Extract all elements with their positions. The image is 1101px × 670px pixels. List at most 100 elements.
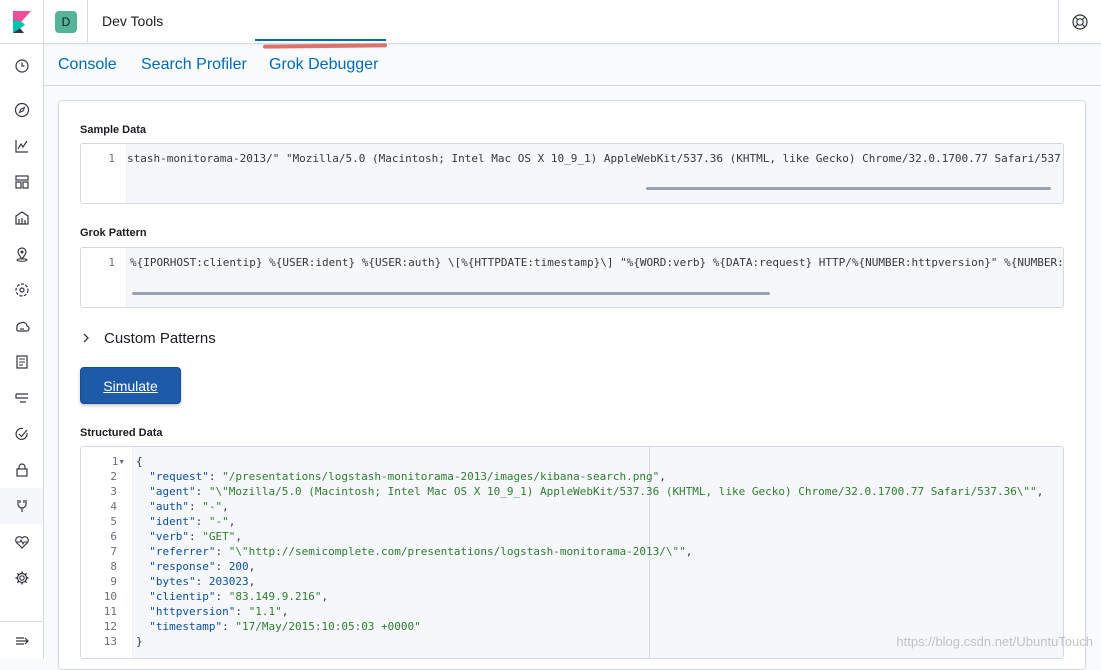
monitoring-icon <box>14 534 30 550</box>
space-avatar[interactable]: D <box>55 11 77 33</box>
horizontal-scrollbar[interactable] <box>646 187 1051 190</box>
nav-maps[interactable] <box>0 236 43 272</box>
line-number: 5 <box>87 515 117 528</box>
gear-icon <box>14 570 30 586</box>
nav-dashboard[interactable] <box>0 164 43 200</box>
nav-infrastructure[interactable] <box>0 308 43 344</box>
json-brace: { <box>136 455 143 468</box>
line-number: 10 <box>87 590 117 603</box>
compass-icon <box>14 102 30 118</box>
dev-tools-icon <box>14 498 30 514</box>
logs-icon <box>14 354 30 370</box>
nav-management[interactable] <box>0 560 43 596</box>
dev-tools-tabs: Console Search Profiler Grok Debugger <box>44 44 1101 86</box>
nav-collapse-button[interactable] <box>0 621 43 659</box>
json-line: "verb": "GET", <box>136 530 242 543</box>
structured-data-label: Structured Data <box>80 427 163 439</box>
json-key: "verb" <box>149 530 189 543</box>
grok-pattern-editor[interactable]: 1 %{IPORHOST:clientip} %{USER:ident} %{U… <box>80 247 1064 308</box>
simulate-button[interactable]: Simulate <box>80 367 181 404</box>
ml-icon <box>14 282 30 298</box>
structured-data-gutter: 1▾2345678910111213 <box>81 447 133 658</box>
json-line: "agent": "\"Mozilla/5.0 (Macintosh; Inte… <box>136 485 1043 498</box>
line-number: 11 <box>87 605 117 618</box>
json-value: "-" <box>209 515 229 528</box>
side-navigation <box>0 44 44 659</box>
custom-patterns-label: Custom Patterns <box>104 330 216 347</box>
line-number: 8 <box>87 560 117 573</box>
line-number: 7 <box>87 545 117 558</box>
nav-canvas[interactable] <box>0 200 43 236</box>
nav-machine-learning[interactable] <box>0 272 43 308</box>
kibana-logo-icon <box>13 11 31 33</box>
sample-data-editor[interactable]: 1 stash-monitorama-2013/" "Mozilla/5.0 (… <box>80 143 1064 204</box>
json-brace: } <box>136 635 143 648</box>
json-key: "timestamp" <box>149 620 222 633</box>
line-number: 2 <box>87 470 117 483</box>
apm-icon <box>14 390 30 406</box>
grok-pattern-gutter: 1 <box>81 248 127 307</box>
json-value: "1.1" <box>249 605 282 618</box>
json-key: "httpversion" <box>149 605 235 618</box>
structured-data-code-area[interactable]: { "request": "/presentations/logstash-mo… <box>133 447 1063 658</box>
nav-monitoring[interactable] <box>0 524 43 560</box>
line-number: 12 <box>87 620 117 633</box>
kibana-logo[interactable] <box>0 0 44 44</box>
watermark-text: https://blog.csdn.net/UbuntuTouch <box>896 634 1093 649</box>
nav-apm[interactable] <box>0 380 43 416</box>
json-value: 203023 <box>209 575 249 588</box>
header-divider <box>87 0 88 44</box>
json-value: "GET" <box>202 530 235 543</box>
menu-collapse-icon <box>14 633 30 649</box>
top-header: D Dev Tools <box>0 0 1101 44</box>
json-value: "83.149.9.216" <box>229 590 322 603</box>
json-value: "17/May/2015:10:05:03 +0000" <box>235 620 420 633</box>
horizontal-scrollbar[interactable] <box>132 292 770 295</box>
nav-siem[interactable] <box>0 452 43 488</box>
json-value: "-" <box>202 500 222 513</box>
json-key: "auth" <box>149 500 189 513</box>
siem-icon <box>14 462 30 478</box>
nav-recently-viewed[interactable] <box>0 48 43 84</box>
json-value: 200 <box>229 560 249 573</box>
json-key: "ident" <box>149 515 195 528</box>
json-key: "clientip" <box>149 590 215 603</box>
json-key: "referrer" <box>149 545 215 558</box>
json-line: { <box>136 455 143 468</box>
structured-data-editor[interactable]: 1▾2345678910111213 { "request": "/presen… <box>80 446 1064 659</box>
nav-visualize[interactable] <box>0 128 43 164</box>
line-number: 3 <box>87 485 117 498</box>
json-line: "clientip": "83.149.9.216", <box>136 590 328 603</box>
uptime-icon <box>14 426 30 442</box>
help-button[interactable] <box>1058 0 1101 44</box>
sample-data-gutter: 1 <box>81 144 127 203</box>
nav-uptime[interactable] <box>0 416 43 452</box>
clock-icon <box>14 58 30 74</box>
json-line: "referrer": "\"http://semicomplete.com/p… <box>136 545 692 558</box>
grok-pattern-code-area[interactable]: %{IPORHOST:clientip} %{USER:ident} %{USE… <box>127 248 1063 307</box>
tab-search-profiler[interactable]: Search Profiler <box>141 56 247 74</box>
json-key: "response" <box>149 560 215 573</box>
tab-grok-debugger[interactable]: Grok Debugger <box>269 56 378 74</box>
json-line: "response": 200, <box>136 560 255 573</box>
nav-dev-tools[interactable] <box>0 488 43 524</box>
line-number: 13 <box>87 635 117 648</box>
json-key: "request" <box>149 470 209 483</box>
sample-data-code-area[interactable]: stash-monitorama-2013/" "Mozilla/5.0 (Ma… <box>127 144 1063 203</box>
line-number: 1▾ <box>87 455 125 468</box>
line-number: 1 <box>85 256 115 269</box>
maps-icon <box>14 246 30 262</box>
sample-data-label: Sample Data <box>80 124 146 136</box>
nav-discover[interactable] <box>0 92 43 128</box>
infrastructure-icon <box>14 318 30 334</box>
json-line: } <box>136 635 143 648</box>
custom-patterns-toggle[interactable]: Custom Patterns <box>80 327 216 349</box>
grok-pattern-label: Grok Pattern <box>80 227 147 239</box>
dashboard-icon <box>14 174 30 190</box>
canvas-icon <box>14 210 30 226</box>
json-line: "ident": "-", <box>136 515 235 528</box>
line-number: 6 <box>87 530 117 543</box>
nav-logs[interactable] <box>0 344 43 380</box>
active-tab-indicator <box>255 39 386 41</box>
tab-console[interactable]: Console <box>58 56 117 74</box>
